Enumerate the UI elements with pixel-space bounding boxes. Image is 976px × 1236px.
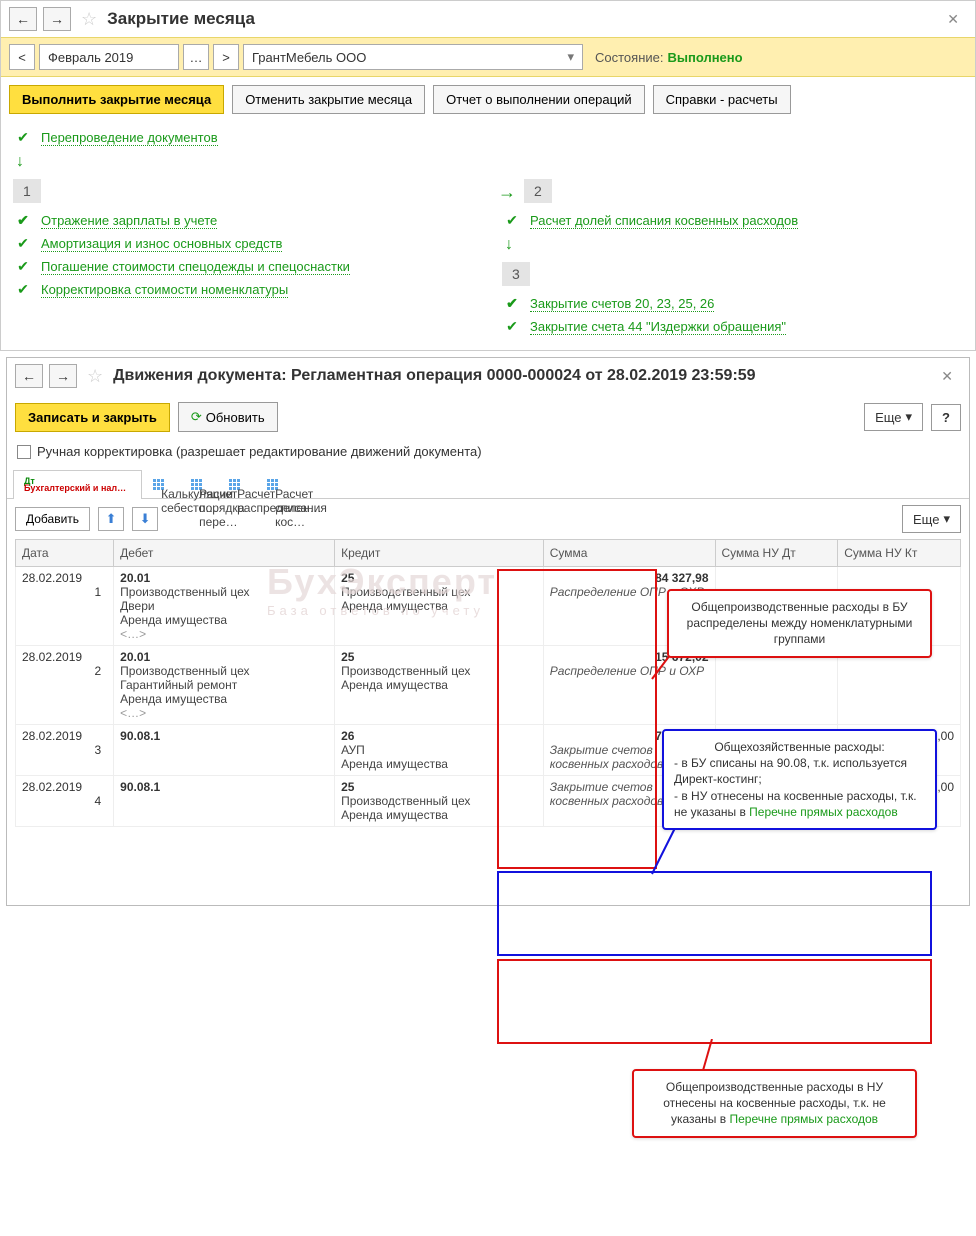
operation-link[interactable]: Расчет долей списания косвенных расходов (530, 213, 798, 229)
grid-more-dropdown[interactable]: Еще ▾ (902, 505, 961, 533)
operation-link[interactable]: Закрытие счета 44 "Издержки обращения" (530, 319, 786, 335)
window-title: Движения документа: Регламентная операци… (113, 367, 755, 385)
tab-3[interactable]: Расчет распределен… (218, 469, 256, 498)
grid-icon: Расчет порядка пере… (191, 479, 202, 490)
favorite-star-icon[interactable]: ☆ (81, 9, 97, 30)
grid-wrapper: БухЭксперт База ответов по учету Дата Де… (7, 539, 969, 835)
help-button[interactable]: ? (931, 404, 961, 431)
manual-edit-label: Ручная корректировка (разрешает редактир… (37, 444, 482, 459)
nav-forward-button[interactable]: → (43, 7, 71, 31)
col-credit[interactable]: Кредит (335, 540, 544, 567)
tab-0[interactable]: ДтБухгалтерский и нал… (13, 470, 142, 499)
stage-1-badge: 1 (13, 179, 41, 203)
tab-4[interactable]: Расчет списания кос… (256, 469, 294, 498)
organization-value: ГрантМебель ООО (252, 50, 366, 65)
col-date[interactable]: Дата (16, 540, 114, 567)
month-close-window: ← → ☆ Закрытие месяца ✕ < Февраль 2019 …… (0, 0, 976, 351)
state-label: Состояние: (595, 50, 663, 65)
title-bar: ← → ☆ Закрытие месяца ✕ (1, 1, 975, 37)
window-title: Закрытие месяца (107, 9, 255, 29)
save-and-close-button[interactable]: Записать и закрыть (15, 403, 170, 432)
operation-link[interactable]: Закрытие счетов 20, 23, 25, 26 (530, 296, 714, 312)
close-button[interactable]: ✕ (933, 366, 961, 387)
chevron-down-icon: ▾ (943, 511, 950, 527)
dtkt-icon: ДтБухгалтерский и нал… (24, 478, 126, 492)
refresh-button[interactable]: ⟳ Обновить (178, 402, 278, 432)
document-toolbar: Записать и закрыть ⟳ Обновить Еще ▾ ? (7, 394, 969, 440)
operation-link[interactable]: Отражение зарплаты в учете (41, 213, 217, 229)
cancel-closing-button[interactable]: Отменить закрытие месяца (232, 85, 425, 114)
arrow-down-icon: ↓ (9, 149, 25, 175)
main-toolbar: Выполнить закрытие месяца Отменить закры… (1, 77, 975, 122)
tab-2[interactable]: Расчет порядка пере… (180, 469, 218, 498)
check-double-icon: ✔ (504, 295, 520, 312)
check-icon: ✔ (504, 318, 520, 335)
check-icon: ✔ (15, 129, 31, 146)
stage-2-3-column: → 2 ✔ Расчет долей списания косвенных ра… (498, 175, 967, 338)
col-sum[interactable]: Сумма (543, 540, 715, 567)
state-value: Выполнено (667, 50, 742, 65)
check-double-icon: ✔ (15, 212, 31, 229)
arrow-right-icon: → (498, 182, 516, 203)
col-nu-kt[interactable]: Сумма НУ Кт (838, 540, 961, 567)
col-debit[interactable]: Дебет (114, 540, 335, 567)
annotation-blue: Общехозяйственные расходы: - в БУ списан… (662, 729, 937, 830)
grid-toolbar: Добавить ⬆ ⬇ Еще ▾ (7, 499, 969, 539)
stage-2-badge: 2 (524, 179, 552, 203)
col-nu-dt[interactable]: Сумма НУ Дт (715, 540, 838, 567)
document-movements-window: ← → ☆ Движения документа: Регламентная о… (6, 357, 970, 906)
check-icon: ✔ (15, 258, 31, 275)
organization-field[interactable]: ГрантМебель ООО ▾ (243, 44, 583, 70)
period-prev-button[interactable]: < (9, 44, 35, 70)
more-dropdown[interactable]: Еще ▾ (864, 403, 923, 431)
operation-link[interactable]: Перепроведение документов (41, 130, 218, 146)
grid-icon: Расчет списания кос… (267, 479, 278, 490)
move-up-button[interactable]: ⬆ (98, 507, 124, 531)
arrow-down-icon: ↓ (498, 232, 514, 258)
operations-area: ✔ Перепроведение документов ↓ 1 ✔ Отражен… (1, 122, 975, 350)
operation-link[interactable]: Амортизация и износ основных средств (41, 236, 282, 252)
chevron-down-icon: ▾ (906, 409, 913, 425)
favorite-star-icon[interactable]: ☆ (87, 366, 103, 387)
check-icon: ✔ (504, 212, 520, 229)
operation-link[interactable]: Погашение стоимости спецодежды и спецосн… (41, 259, 350, 275)
stage-1-column: 1 ✔ Отражение зарплаты в учете ✔ Амортизаци… (9, 175, 478, 338)
check-icon: ✔ (15, 235, 31, 252)
annotation-red-2: Общепроизводственные расходы в НУ отнесе… (632, 1069, 917, 1138)
run-closing-button[interactable]: Выполнить закрытие месяца (9, 85, 224, 114)
tab-1[interactable]: Калькуляции себесто… (142, 469, 180, 498)
period-bar: < Февраль 2019 … > ГрантМебель ООО ▾ Сос… (1, 37, 975, 77)
report-button[interactable]: Отчет о выполнении операций (433, 85, 645, 114)
refresh-icon: ⟳ (191, 409, 202, 425)
nav-back-button[interactable]: ← (9, 7, 37, 31)
highlight-box-red-2 (497, 959, 932, 1044)
annotation-red-1: Общепроизводственные расходы в БУ распре… (667, 589, 932, 658)
grid-icon: Расчет распределен… (229, 479, 240, 490)
operation-link[interactable]: Корректировка стоимости номенклатуры (41, 282, 288, 298)
nav-back-button[interactable]: ← (15, 364, 43, 388)
stage-3-badge: 3 (502, 262, 530, 286)
references-button[interactable]: Справки - расчеты (653, 85, 791, 114)
check-icon: ✔ (15, 281, 31, 298)
move-down-button[interactable]: ⬇ (132, 507, 158, 531)
manual-edit-row: Ручная корректировка (разрешает редактир… (7, 440, 969, 469)
manual-edit-checkbox[interactable] (17, 445, 31, 459)
close-button[interactable]: ✕ (939, 9, 967, 30)
period-field[interactable]: Февраль 2019 (39, 44, 179, 70)
nav-forward-button[interactable]: → (49, 364, 77, 388)
add-row-button[interactable]: Добавить (15, 507, 90, 531)
period-next-button[interactable]: > (213, 44, 239, 70)
title-bar: ← → ☆ Движения документа: Регламентная о… (7, 358, 969, 394)
register-tabs: ДтБухгалтерский и нал… Калькуляции себест… (7, 469, 969, 499)
period-picker-button[interactable]: … (183, 44, 209, 70)
grid-icon: Калькуляции себесто… (153, 479, 164, 490)
